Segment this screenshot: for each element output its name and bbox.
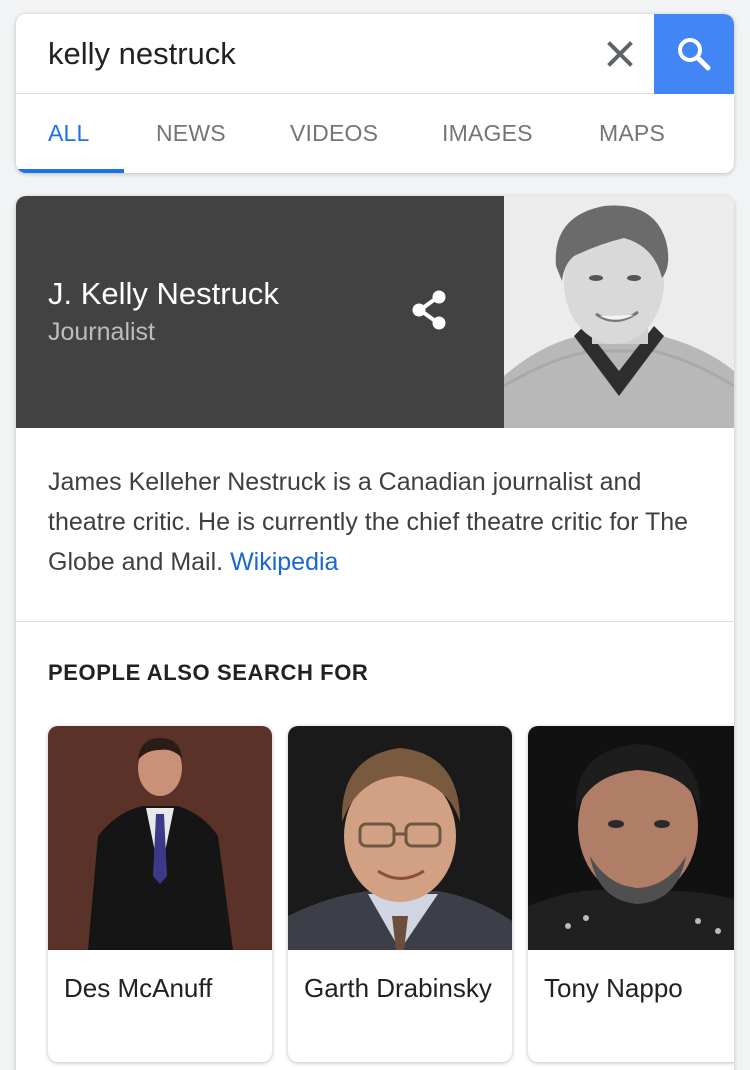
person-photo (288, 726, 512, 950)
active-tab-indicator (16, 169, 124, 173)
entity-photo[interactable] (504, 196, 734, 428)
person-name: Tony Nappo (544, 973, 683, 1003)
description-text: James Kelleher Nestruck is a Canadian jo… (48, 468, 689, 576)
entity-subtitle: Journalist (48, 318, 155, 346)
person-card-garth-drabinsky[interactable]: Garth Drabinsky (288, 726, 512, 1062)
person-card-tony-nappo[interactable]: Tony Nappo (528, 726, 734, 1062)
person-photo (48, 726, 272, 950)
person-name: Garth Drabinsky (304, 973, 492, 1003)
share-icon (412, 290, 446, 330)
entity-title[interactable]: J. Kelly Nestruck (48, 276, 279, 312)
search-icon (678, 38, 711, 71)
knowledge-panel: J. Kelly Nestruck Journalist James Kelle… (16, 196, 734, 1070)
tab-news[interactable]: NEWS (156, 120, 226, 147)
wikipedia-link[interactable]: Wikipedia (230, 548, 338, 576)
search-input[interactable]: kelly nestruck (48, 36, 236, 72)
person-photo (528, 726, 734, 950)
search-card: kelly nestruck ALL NEWS VIDEOS IMAGES MA… (16, 14, 734, 173)
search-tabs: ALL NEWS VIDEOS IMAGES MAPS (16, 94, 734, 173)
tab-videos[interactable]: VIDEOS (290, 120, 378, 147)
person-card-des-mcanuff[interactable]: Des McAnuff (48, 726, 272, 1062)
tab-maps[interactable]: MAPS (599, 120, 665, 147)
tab-images[interactable]: IMAGES (442, 120, 533, 147)
entity-description: James Kelleher Nestruck is a Canadian jo… (48, 462, 708, 582)
people-also-search-heading: PEOPLE ALSO SEARCH FOR (48, 660, 369, 685)
close-icon (607, 41, 633, 67)
knowledge-panel-header: J. Kelly Nestruck Journalist (16, 196, 504, 428)
search-bar: kelly nestruck (16, 14, 734, 94)
search-button[interactable] (654, 14, 734, 94)
share-button[interactable] (408, 288, 452, 332)
clear-button[interactable] (600, 34, 640, 74)
person-name: Des McAnuff (64, 973, 213, 1003)
tab-all[interactable]: ALL (48, 120, 90, 147)
section-divider (16, 621, 734, 622)
